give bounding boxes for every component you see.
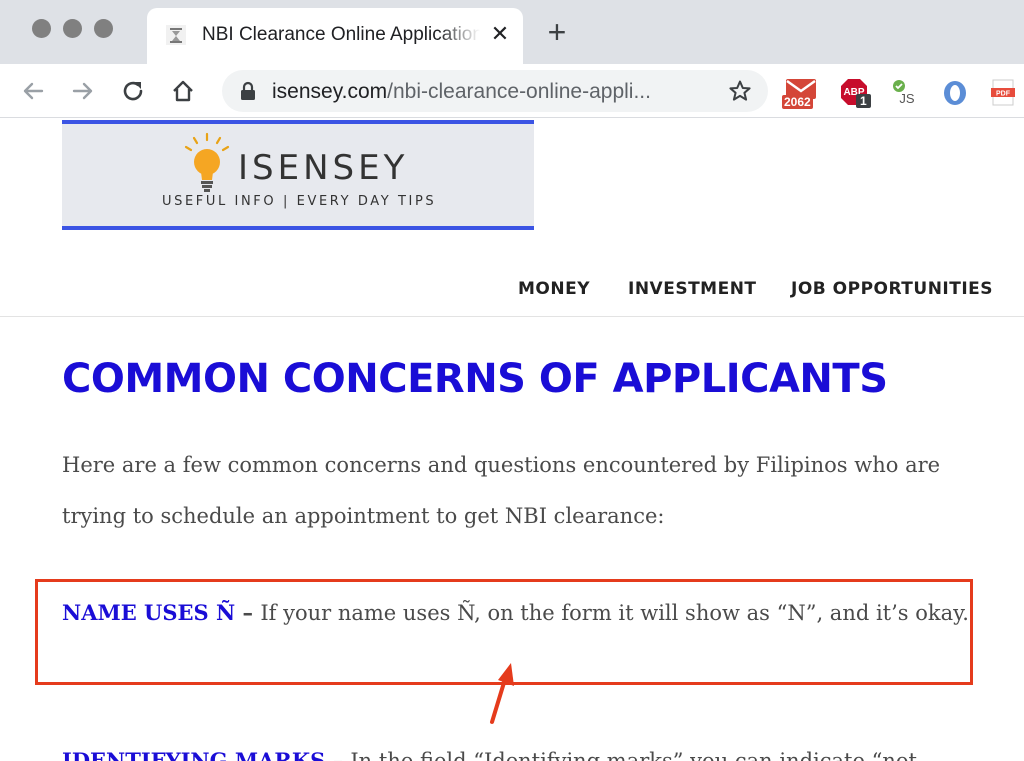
pdf-label: PDF (996, 91, 1011, 98)
forward-arrow-icon[interactable] (68, 76, 98, 106)
logo-tagline: USEFUL INFO | EVERY DAY TIPS (162, 194, 437, 209)
bookmark-star-icon[interactable] (728, 79, 752, 103)
window-minimize-button[interactable] (63, 19, 82, 38)
menu-item-job-opportunities[interactable]: JOB OPPORTUNITIES (791, 279, 993, 299)
concern-dash: – (325, 748, 351, 761)
concern-term: IDENTIFYING MARKS (62, 748, 326, 761)
tab-close-icon[interactable]: ✕ (487, 21, 513, 47)
ring-extension-icon (944, 81, 966, 105)
menu-item-money[interactable]: MONEY (518, 279, 590, 299)
opera-extension-button[interactable] (940, 78, 970, 108)
window-zoom-button[interactable] (94, 19, 113, 38)
url-text: isensey.com/nbi-clearance-online-appli..… (272, 80, 712, 104)
concern-identifying-marks: IDENTIFYING MARKS – In the field “Identi… (62, 735, 972, 761)
menu-item-investment[interactable]: INVESTMENT (628, 279, 757, 299)
reload-icon[interactable] (118, 76, 148, 106)
tab-strip: NBI Clearance Online Application ✕ + (0, 0, 1024, 64)
gmail-extension-button[interactable]: 2062 (782, 78, 816, 109)
js-toggle-icon: JS (893, 80, 915, 106)
annotation-arrow-icon (490, 663, 514, 724)
intro-paragraph: Here are a few common concerns and quest… (62, 453, 941, 528)
url-host: isensey.com (272, 80, 388, 103)
logo-wordmark: ISENSEY (238, 148, 409, 188)
home-icon[interactable] (168, 76, 198, 106)
site-favicon-icon (166, 25, 186, 45)
lightbulb-icon (184, 132, 230, 192)
article-heading: COMMON CONCERNS OF APPLICANTS (62, 356, 888, 402)
new-tab-button[interactable]: + (543, 16, 571, 48)
address-bar[interactable]: isensey.com/nbi-clearance-online-appli..… (222, 70, 768, 112)
back-arrow-icon[interactable] (18, 76, 48, 106)
adblock-extension-button[interactable]: ABP 1 (840, 78, 871, 108)
header-divider (0, 316, 1024, 317)
window-close-button[interactable] (32, 19, 51, 38)
js-label: JS (899, 91, 915, 106)
mail-count-badge: 2062 (782, 95, 813, 109)
url-path: /nbi-clearance-online-appli... (387, 80, 651, 103)
browser-toolbar: isensey.com/nbi-clearance-online-appli..… (0, 64, 1024, 118)
js-extension-button[interactable]: JS (890, 78, 920, 108)
browser-tab[interactable]: NBI Clearance Online Application ✕ (147, 8, 523, 64)
concern-text: In the field “Identifying marks” you can… (350, 749, 917, 761)
adblock-count-badge: 1 (856, 94, 871, 108)
pdf-extension-button[interactable]: PDF (990, 78, 1020, 108)
pdf-icon: PDF (991, 79, 1015, 106)
lock-icon[interactable] (240, 81, 256, 101)
site-logo[interactable]: ISENSEY USEFUL INFO | EVERY DAY TIPS (62, 120, 534, 230)
tab-title: NBI Clearance Online Application (202, 24, 480, 45)
